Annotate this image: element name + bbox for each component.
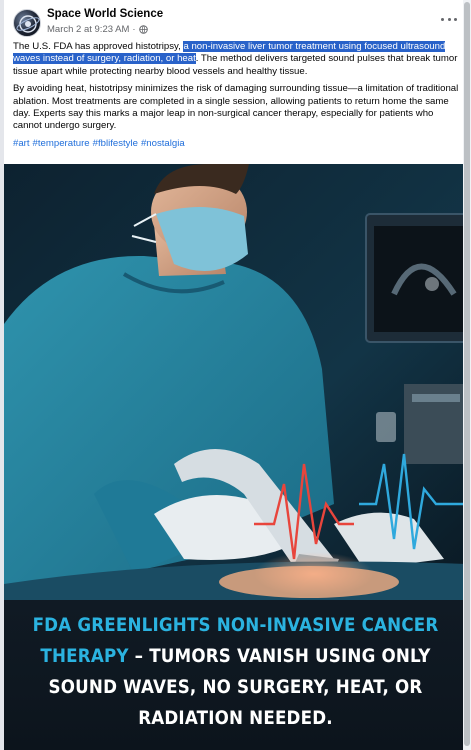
hashtag-link[interactable]: #art	[13, 138, 30, 149]
caption-accent-word: THERAPY	[40, 645, 129, 667]
surgery-scene-illustration	[4, 164, 467, 600]
post-timestamp[interactable]: March 2 at 9:23 AM	[47, 24, 129, 35]
post-paragraph-2: By avoiding heat, histotripsy minimizes …	[13, 83, 459, 132]
post-card: Space World Science March 2 at 9:23 AM ·…	[4, 0, 467, 750]
page-scrollbar[interactable]	[463, 0, 471, 750]
globe-icon	[138, 25, 148, 34]
hashtag-list: #art #temperature #fblifestyle #nostalgia	[13, 138, 461, 150]
meta-separator: ·	[132, 24, 136, 35]
hashtag-link[interactable]: #temperature	[33, 138, 90, 149]
post-image[interactable]: FDA GREENLIGHTS NON-INVASIVE CANCER THER…	[4, 164, 467, 750]
post-body: The U.S. FDA has approved histotripsy, a…	[13, 41, 461, 155]
caption-line-2: THERAPY – TUMORS VANISH USING ONLY	[32, 641, 439, 672]
caption-line-3: SOUND WAVES, NO SURGERY, HEAT, OR	[48, 676, 423, 698]
hashtag-link[interactable]: #fblifestyle	[93, 138, 138, 149]
post-paragraph-1: The U.S. FDA has approved histotripsy, a…	[13, 41, 461, 78]
image-caption: FDA GREENLIGHTS NON-INVASIVE CANCER THER…	[4, 600, 467, 750]
page-avatar[interactable]	[13, 9, 41, 37]
page-name-link[interactable]: Space World Science	[47, 8, 163, 20]
more-options-icon[interactable]	[441, 14, 457, 24]
avatar-logo-icon	[16, 15, 40, 33]
hashtag-link[interactable]: #nostalgia	[141, 138, 185, 149]
post-header: Space World Science March 2 at 9:23 AM ·	[4, 6, 467, 40]
caption-line-4: RADIATION NEEDED.	[138, 707, 333, 729]
post-meta: March 2 at 9:23 AM ·	[47, 24, 148, 35]
paragraph-1-start: The U.S. FDA has approved histotripsy,	[13, 41, 184, 52]
scrollbar-thumb[interactable]	[464, 2, 470, 746]
caption-line-1: FDA GREENLIGHTS NON-INVASIVE CANCER	[32, 614, 439, 636]
caption-line-2-rest: – TUMORS VANISH USING ONLY	[128, 645, 431, 667]
